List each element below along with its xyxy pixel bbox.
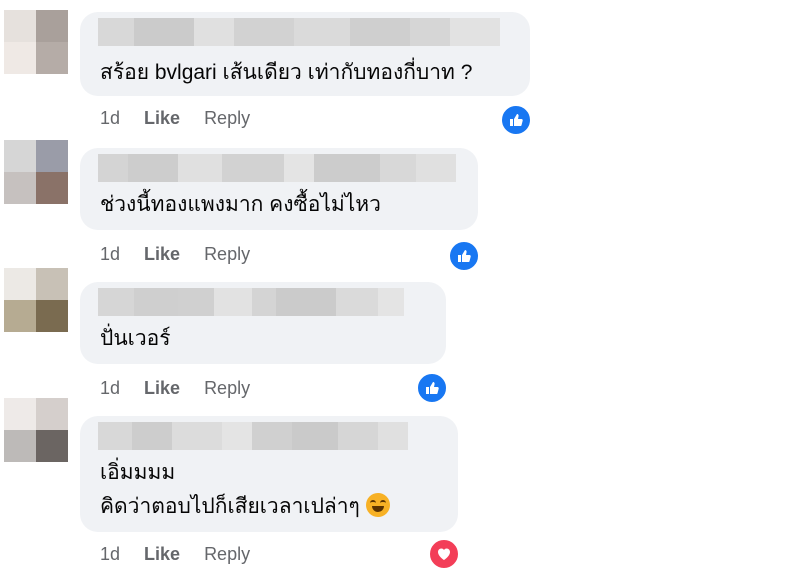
comment-bubble: ปั่นเวอร์ — [80, 282, 446, 364]
like-icon[interactable] — [448, 240, 480, 272]
author-name-blurred[interactable] — [98, 18, 500, 46]
comment-time[interactable]: 1d — [100, 244, 120, 265]
comment-bubble: ช่วงนี้ทองแพงมาก คงซื้อไม่ไหว — [80, 148, 478, 230]
author-name-blurred[interactable] — [98, 422, 408, 450]
comment-text: ช่วงนี้ทองแพงมาก คงซื้อไม่ไหว — [100, 193, 381, 216]
comment-actions: 1d Like Reply — [100, 244, 274, 265]
comment-bubble: สร้อย bvlgari เส้นเดียว เท่ากับทองกี่บาท… — [80, 12, 530, 96]
reply-button[interactable]: Reply — [204, 108, 250, 129]
heart-icon[interactable] — [428, 538, 460, 570]
comment-text-line2: คิดว่าตอบไปก็เสียเวลาเปล่าๆ — [100, 493, 390, 520]
comment-text: ปั่นเวอร์ — [100, 327, 171, 350]
like-button[interactable]: Like — [144, 108, 180, 129]
comment-time[interactable]: 1d — [100, 378, 120, 399]
avatar[interactable] — [4, 140, 68, 204]
avatar[interactable] — [4, 10, 68, 74]
like-icon[interactable] — [416, 372, 448, 404]
comment-actions: 1d Like Reply — [100, 108, 274, 129]
author-name-blurred[interactable] — [98, 288, 404, 316]
reply-button[interactable]: Reply — [204, 378, 250, 399]
avatar[interactable] — [4, 398, 68, 462]
comment-bubble: เอิ่มมมม คิดว่าตอบไปก็เสียเวลาเปล่าๆ — [80, 416, 458, 532]
laughing-emoji-icon — [365, 493, 390, 518]
comment-text-line1: เอิ่มมมม — [100, 461, 176, 484]
avatar[interactable] — [4, 268, 68, 332]
reply-button[interactable]: Reply — [204, 544, 250, 565]
like-icon[interactable] — [500, 104, 532, 136]
reply-button[interactable]: Reply — [204, 244, 250, 265]
like-button[interactable]: Like — [144, 244, 180, 265]
comment-actions: 1d Like Reply — [100, 544, 274, 565]
comment-text-line2-content: คิดว่าตอบไปก็เสียเวลาเปล่าๆ — [100, 495, 360, 518]
like-button[interactable]: Like — [144, 378, 180, 399]
comment-time[interactable]: 1d — [100, 108, 120, 129]
comment-text: สร้อย bvlgari เส้นเดียว เท่ากับทองกี่บาท… — [100, 61, 473, 84]
comment-time[interactable]: 1d — [100, 544, 120, 565]
comment-actions: 1d Like Reply — [100, 378, 274, 399]
like-button[interactable]: Like — [144, 544, 180, 565]
author-name-blurred[interactable] — [98, 154, 456, 182]
